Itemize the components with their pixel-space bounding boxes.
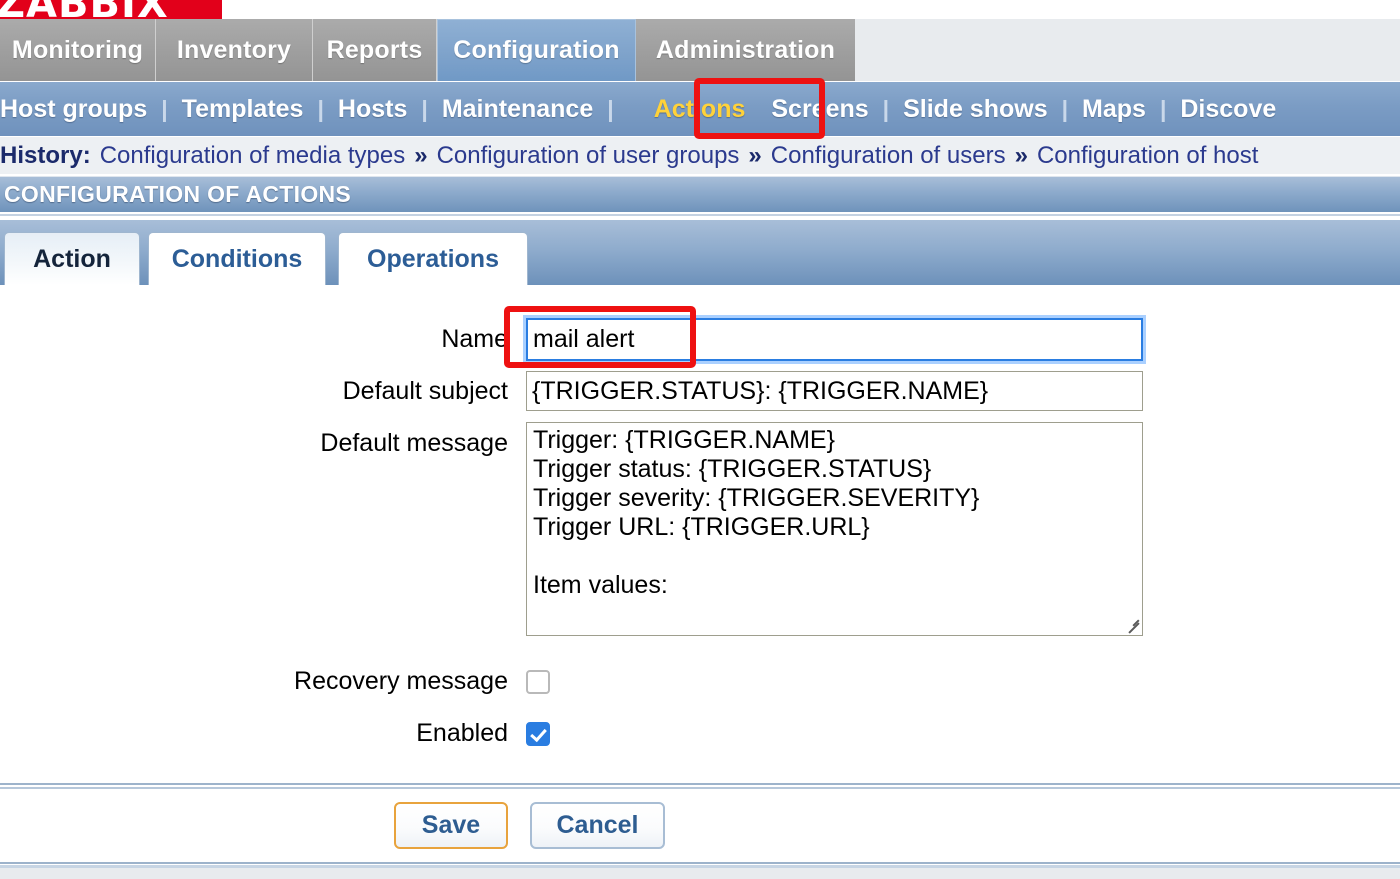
history-link-users[interactable]: Configuration of users — [762, 142, 1006, 170]
save-button[interactable]: Save — [394, 802, 508, 849]
default-message-label: Default message — [320, 429, 508, 457]
main-menu-item-monitoring[interactable]: Monitoring — [0, 19, 156, 81]
main-menu-label: Monitoring — [11, 35, 144, 64]
history-link-user-groups[interactable]: Configuration of user groups — [428, 142, 740, 170]
tab-action[interactable]: Action — [4, 232, 140, 285]
main-menu-item-administration[interactable]: Administration — [636, 19, 855, 81]
zabbix-logo-text: ZABBIX — [0, 0, 169, 19]
sub-menu-separator: | — [607, 95, 614, 122]
sub-menu-item-host-groups[interactable]: Host groups — [0, 95, 147, 124]
sub-menu-separator: | — [882, 95, 890, 122]
default-subject-label: Default subject — [342, 377, 508, 405]
sub-menu-item-discovery[interactable]: Discove — [1180, 95, 1276, 124]
sub-menu-separator: | — [1061, 95, 1069, 122]
sub-menu-item-slide-shows[interactable]: Slide shows — [903, 95, 1047, 124]
main-menu-label: Configuration — [453, 36, 620, 64]
sub-menu-separator: | — [421, 95, 428, 122]
history-separator: » — [1014, 141, 1028, 169]
page-title-bar: CONFIGURATION OF ACTIONS — [0, 176, 1400, 212]
tab-operations[interactable]: Operations — [338, 232, 528, 285]
page-title-divider — [0, 212, 1400, 220]
zabbix-logo[interactable]: ZABBIX — [0, 0, 222, 19]
cancel-button[interactable]: Cancel — [530, 802, 665, 849]
tab-label: Operations — [367, 244, 499, 273]
main-menu-item-configuration[interactable]: Configuration — [437, 19, 636, 81]
tab-conditions[interactable]: Conditions — [148, 232, 326, 285]
main-menu-label: Inventory — [176, 35, 292, 64]
page-bottom-strip — [0, 868, 1400, 879]
footer-divider-top — [0, 782, 1400, 789]
default-message-textarea[interactable]: Trigger: {TRIGGER.NAME} Trigger status: … — [526, 422, 1143, 636]
main-menu-item-inventory[interactable]: Inventory — [156, 19, 313, 81]
history-link-host[interactable]: Configuration of host — [1028, 142, 1258, 170]
sub-menu-item-maintenance[interactable]: Maintenance — [442, 95, 593, 124]
zabbix-page: ZABBIX Monitoring Inventory Reports Conf… — [0, 0, 1400, 879]
recovery-message-label: Recovery message — [294, 667, 508, 695]
cancel-button-label: Cancel — [556, 811, 639, 839]
name-label: Name — [441, 325, 508, 353]
main-menu-item-reports[interactable]: Reports — [313, 19, 437, 81]
history-separator: » — [748, 141, 762, 169]
default-subject-input[interactable] — [526, 371, 1143, 411]
logo-filler — [222, 0, 1400, 19]
recovery-message-checkbox[interactable] — [526, 670, 550, 694]
name-input[interactable] — [526, 318, 1143, 361]
tab-label: Conditions — [171, 244, 303, 273]
sub-menu-item-screens[interactable]: Screens — [771, 95, 868, 124]
sub-menu-item-actions[interactable]: Actions — [654, 95, 746, 124]
history-separator: » — [414, 141, 428, 169]
main-menu-label: Reports — [326, 35, 423, 64]
enabled-label: Enabled — [416, 719, 508, 747]
page-title: CONFIGURATION OF ACTIONS — [4, 181, 352, 207]
footer-actions: Save Cancel — [0, 789, 1400, 862]
tab-strip: Action Conditions Operations — [0, 220, 1400, 285]
action-form: Name Default subject Default message Tri… — [0, 285, 1400, 782]
sub-menu-item-hosts[interactable]: Hosts — [338, 95, 407, 124]
history-label: History: — [0, 141, 91, 169]
sub-menu-separator: | — [1159, 95, 1167, 122]
sub-menu-separator: | — [317, 95, 324, 122]
sub-menu-item-templates[interactable]: Templates — [182, 95, 304, 124]
main-menu: Monitoring Inventory Reports Configurati… — [0, 19, 1400, 81]
history-bar: History: Configuration of media types » … — [0, 137, 1400, 174]
history-link-media-types[interactable]: Configuration of media types — [91, 142, 406, 170]
sub-menu-item-maps[interactable]: Maps — [1082, 95, 1146, 124]
sub-menu-separator: | — [161, 95, 168, 122]
save-button-label: Save — [421, 811, 481, 839]
enabled-checkbox[interactable] — [526, 722, 550, 746]
tab-label: Action — [33, 244, 111, 273]
main-menu-label: Administration — [655, 35, 836, 64]
sub-menu: Host groups | Templates | Hosts | Mainte… — [0, 81, 1400, 137]
